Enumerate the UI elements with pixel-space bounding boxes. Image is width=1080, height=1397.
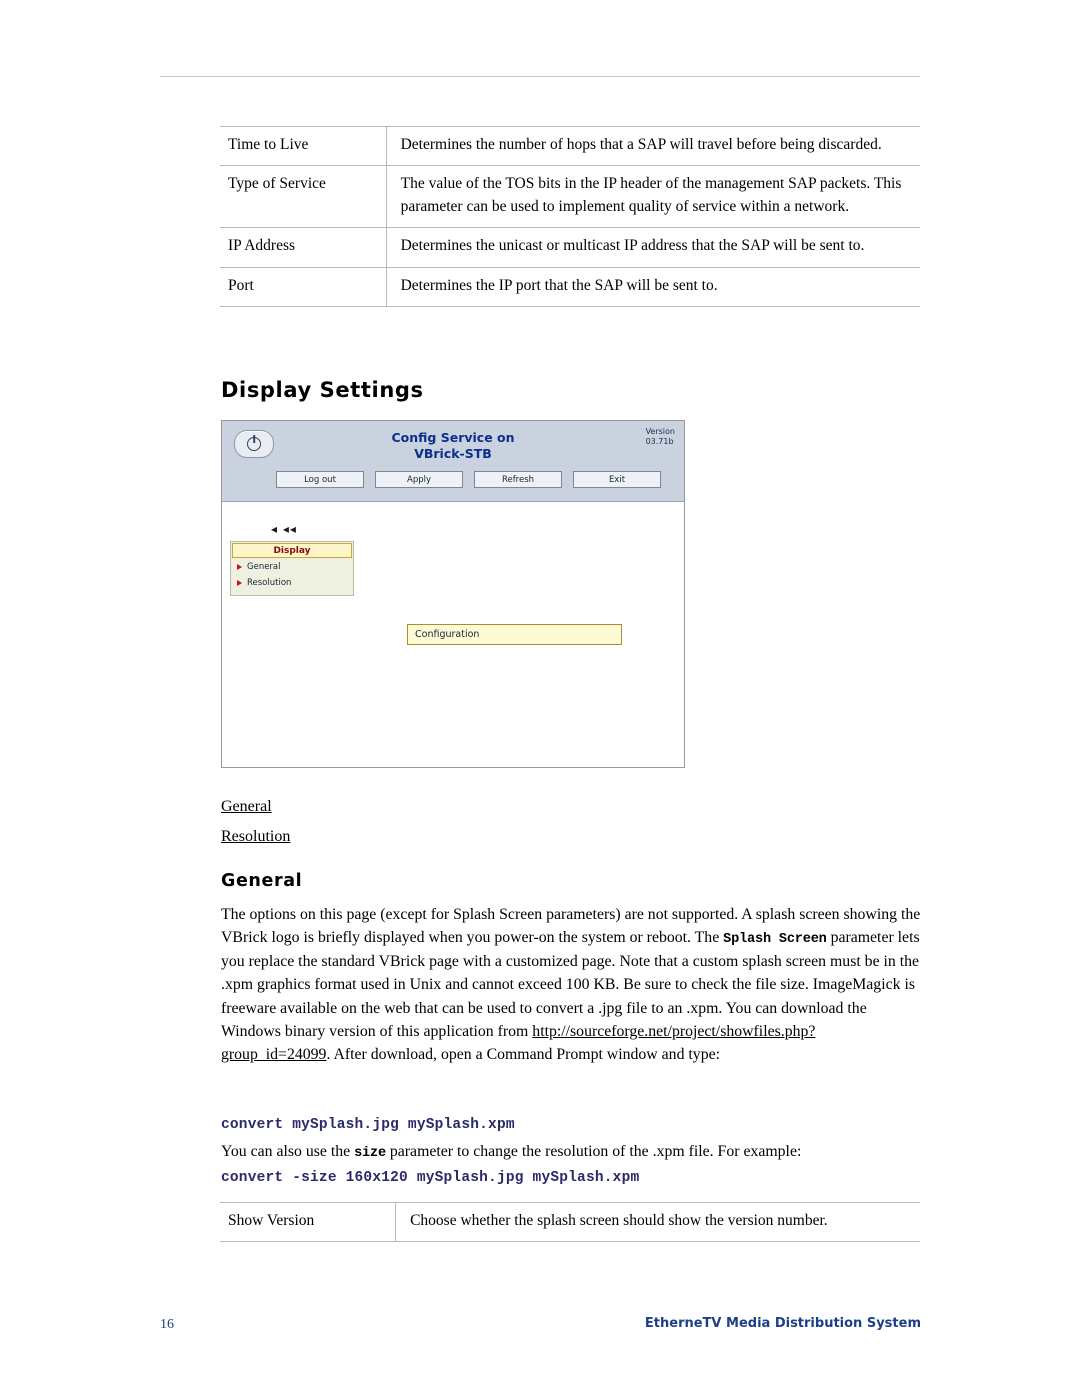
version-block: Version 03.71b [646, 427, 675, 447]
table-row: Type of Service The value of the TOS bit… [220, 165, 920, 228]
sidebar-item-label: General [247, 562, 281, 572]
mid-paragraph-pre: You can also use the [221, 1143, 355, 1160]
general-heading: General [221, 871, 303, 891]
screenshot-button-row: Log out Apply Refresh Exit [276, 471, 661, 488]
param-description: Determines the unicast or multicast IP a… [386, 227, 920, 268]
config-service-screenshot: Config Service on VBrick-STB Version 03.… [221, 420, 685, 768]
code-sample-2: convert -size 160x120 mySplash.jpg mySpl… [221, 1170, 640, 1186]
sidebar-item-general[interactable]: General [231, 559, 353, 575]
screenshot-title-line2: VBrick-STB [414, 446, 492, 461]
table-row: IP Address Determines the unicast or mul… [220, 227, 920, 268]
configuration-field[interactable]: Configuration [407, 624, 622, 645]
logout-button[interactable]: Log out [276, 471, 364, 488]
param-description: The value of the TOS bits in the IP head… [386, 165, 920, 228]
header-rule [160, 76, 920, 77]
link-general[interactable]: General [221, 798, 272, 816]
link-resolution[interactable]: Resolution [221, 828, 290, 846]
page-title: Display Settings [221, 378, 424, 402]
table-row: Time to Live Determines the number of ho… [220, 125, 920, 166]
param-label: Time to Live [220, 125, 387, 166]
size-parameter: size [354, 1146, 386, 1161]
screenshot-header: Config Service on VBrick-STB Version 03.… [222, 421, 684, 502]
bullet-arrow-icon [237, 580, 242, 586]
param-label: Show Version [220, 1201, 397, 1243]
screenshot-title-line1: Config Service on [391, 430, 515, 445]
sidebar-item-resolution[interactable]: Resolution [231, 575, 353, 591]
param-label: Port [220, 266, 387, 308]
sap-parameters-table: Time to Live Determines the number of ho… [220, 125, 920, 308]
back-arrows-icon[interactable]: ◂ ◂◂ [271, 522, 297, 536]
footer-title: EtherneTV Media Distribution System [644, 1316, 921, 1331]
version-label: Version [645, 427, 675, 436]
param-label: Type of Service [220, 165, 387, 228]
bullet-arrow-icon [237, 564, 242, 570]
page-number: 16 [160, 1317, 174, 1332]
sidebar-item-display[interactable]: Display [232, 543, 352, 558]
param-description: Determines the number of hops that a SAP… [386, 125, 920, 166]
param-label: IP Address [220, 227, 387, 268]
table-row: Port Determines the IP port that the SAP… [220, 266, 920, 308]
code-sample-1: convert mySplash.jpg mySplash.xpm [221, 1117, 515, 1133]
paragraph-part-3: . After download, open a Command Prompt … [326, 1046, 721, 1064]
refresh-button[interactable]: Refresh [474, 471, 562, 488]
show-version-table: Show Version Choose whether the splash s… [220, 1201, 920, 1243]
version-value: 03.71b [645, 437, 674, 446]
splash-screen-parameter: Splash Screen [723, 932, 827, 948]
sidebar-item-label: Resolution [247, 578, 292, 588]
table-row: Show Version Choose whether the splash s… [220, 1201, 920, 1243]
exit-button[interactable]: Exit [573, 471, 661, 488]
general-paragraph: The options on this page (except for Spl… [221, 903, 921, 1066]
apply-button[interactable]: Apply [375, 471, 463, 488]
param-description: Choose whether the splash screen should … [395, 1201, 920, 1243]
param-description: Determines the IP port that the SAP will… [386, 266, 920, 308]
screenshot-body: ◂ ◂◂ Display General Resolution Configur… [222, 502, 684, 767]
screenshot-nav-panel: Display General Resolution [230, 541, 354, 596]
document-page: Time to Live Determines the number of ho… [0, 0, 1080, 1397]
mid-paragraph-post: parameter to change the resolution of th… [385, 1143, 802, 1160]
size-parameter-paragraph: You can also use the size parameter to c… [221, 1143, 921, 1161]
